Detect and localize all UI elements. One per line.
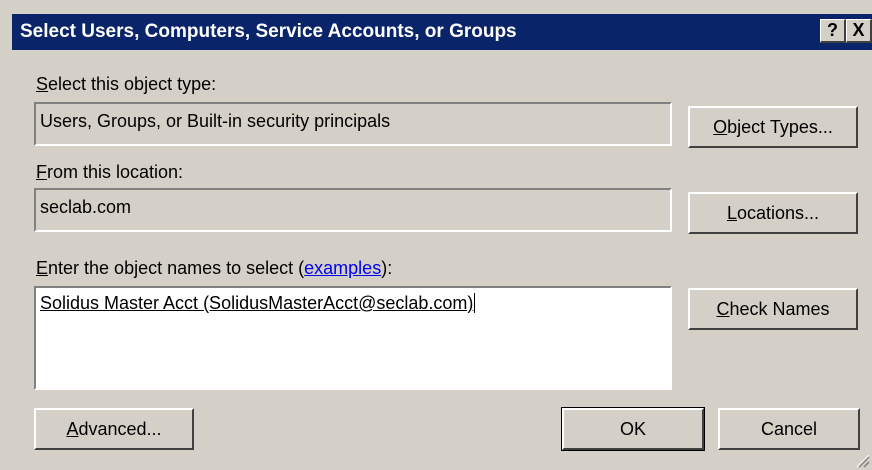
close-button[interactable]: X: [846, 19, 872, 43]
help-button[interactable]: ?: [820, 19, 846, 43]
dialog-title: Select Users, Computers, Service Account…: [20, 21, 517, 42]
location-label: From this location:: [36, 162, 184, 182]
text-caret: [474, 293, 476, 313]
object-names-input[interactable]: Solidus Master Acct (SolidusMasterAcct@s…: [34, 286, 672, 390]
ok-button[interactable]: OK: [561, 407, 705, 451]
check-names-button[interactable]: Check Names: [688, 288, 858, 330]
object-type-label: Select this object type:: [36, 74, 217, 94]
title-bar[interactable]: Select Users, Computers, Service Account…: [12, 14, 872, 50]
location-field: seclab.com: [34, 188, 672, 232]
object-names-value: Solidus Master Acct (SolidusMasterAcct@s…: [40, 293, 474, 313]
cancel-button[interactable]: Cancel: [718, 408, 860, 450]
advanced-button[interactable]: Advanced...: [34, 408, 194, 450]
examples-link[interactable]: examples: [304, 258, 381, 278]
resize-grip-icon[interactable]: [856, 454, 870, 468]
object-type-field: Users, Groups, or Built-in security prin…: [34, 102, 672, 146]
locations-button[interactable]: Locations...: [688, 192, 858, 234]
object-names-label: Enter the object names to select (exampl…: [36, 258, 393, 278]
select-principal-dialog: Select Users, Computers, Service Account…: [0, 0, 872, 470]
object-types-button[interactable]: Object Types...: [688, 106, 858, 148]
